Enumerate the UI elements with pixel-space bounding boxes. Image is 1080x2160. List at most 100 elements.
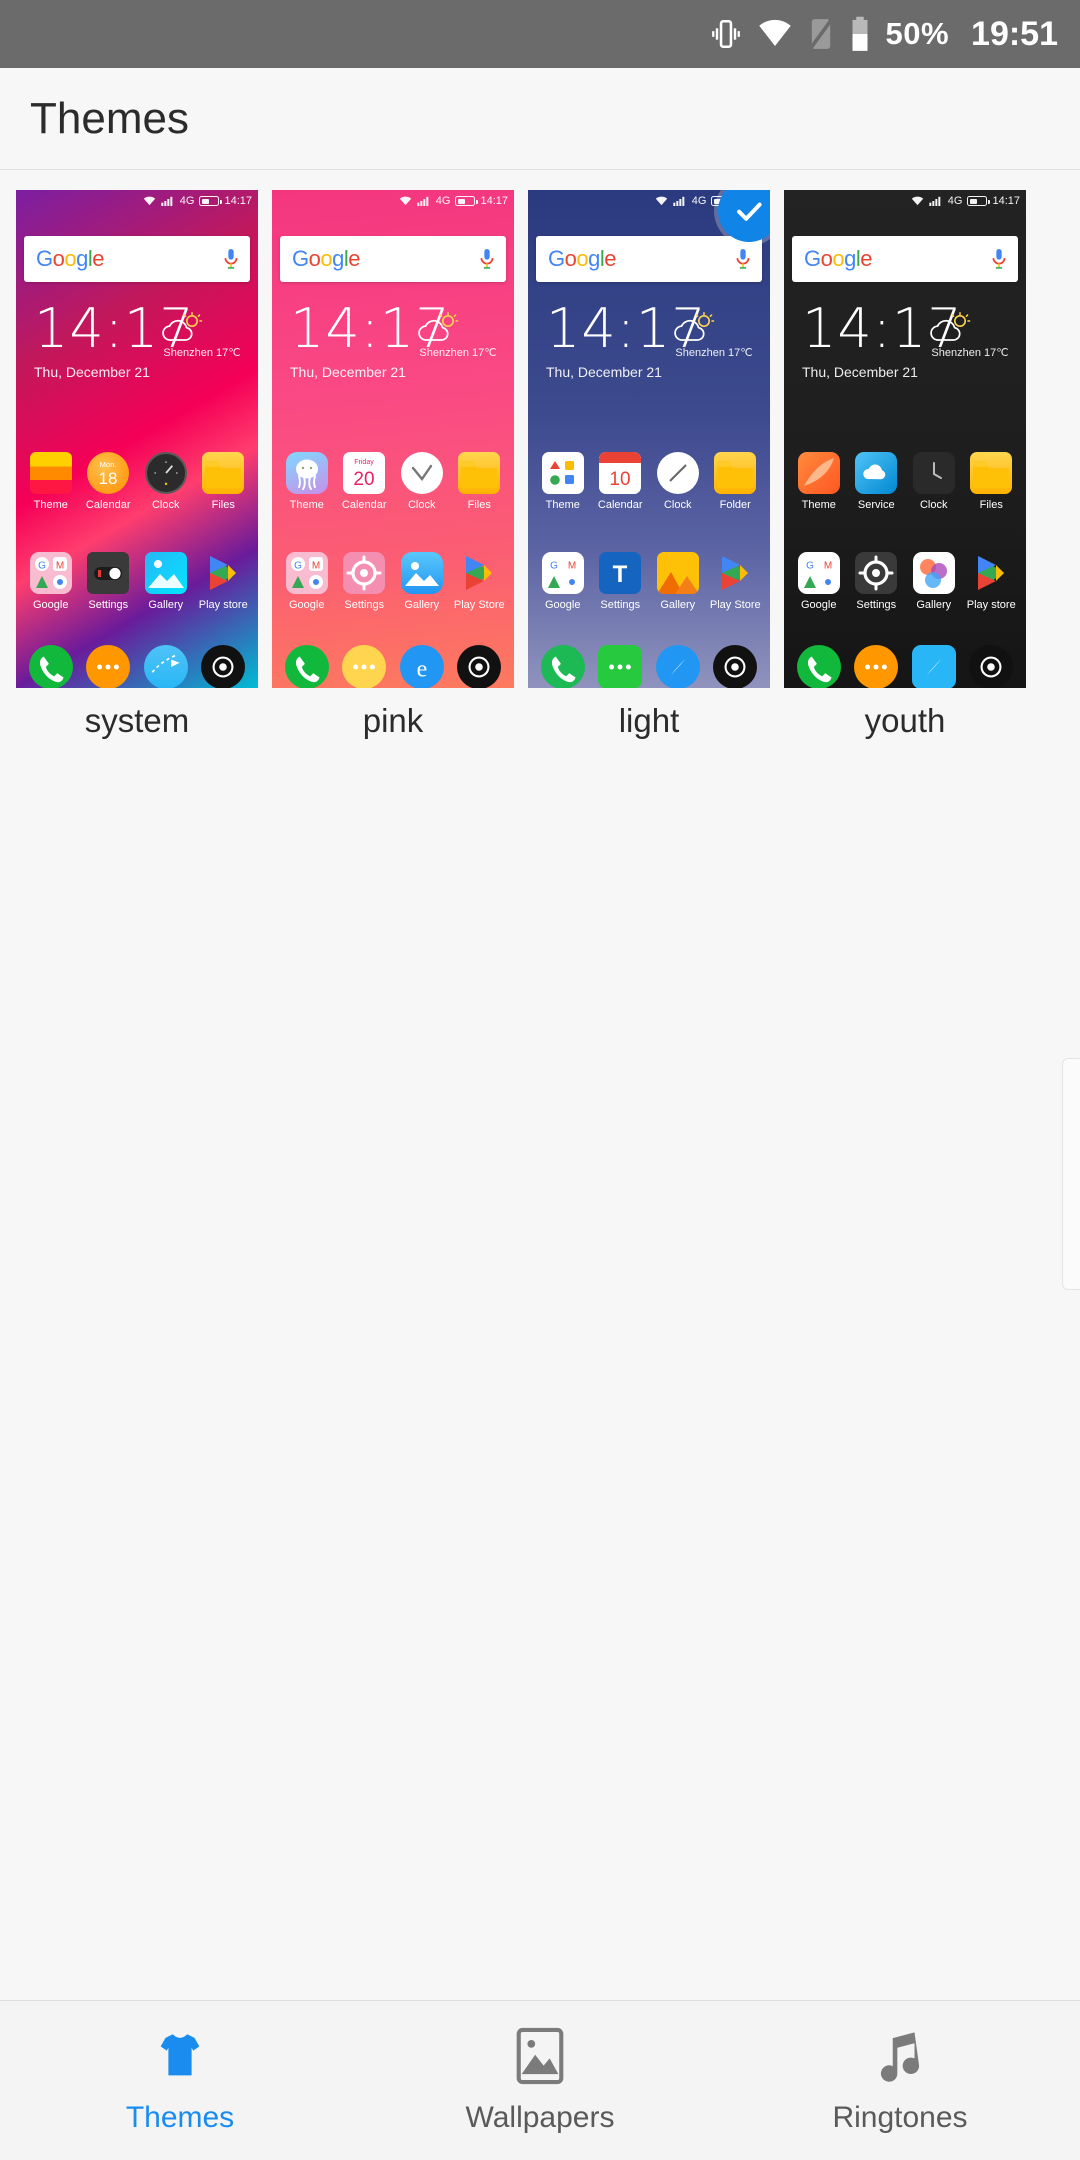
app-icon-clock[interactable]: Clock (908, 452, 960, 511)
app-icon-files[interactable]: Files (453, 452, 505, 511)
app-icon-camera[interactable]: Camera (709, 645, 761, 688)
app-icon-settings[interactable]: Settings (338, 552, 390, 611)
settings-gear-icon (855, 552, 898, 594)
theme-preview-pink[interactable]: 4G 14:17 Google 14:17 Thu, December 21 S… (272, 190, 514, 688)
app-icon-google[interactable]: G M Google (25, 552, 77, 611)
app-icon-clock[interactable]: Clock (140, 452, 192, 511)
app-icon-folder[interactable]: Folder (709, 452, 761, 511)
theme-preview-system[interactable]: 4G 14:17 Google 14:17 Thu, December 21 S… (16, 190, 258, 688)
app-icon-messages[interactable]: Messages (850, 645, 902, 688)
battery-icon (455, 196, 478, 206)
music-note-icon (873, 2027, 927, 2085)
app-icon-files[interactable]: Files (197, 452, 249, 511)
app-icon-clock[interactable]: Clock (652, 452, 704, 511)
app-icon-label: Google (545, 599, 581, 611)
folder-icon (970, 452, 1013, 494)
app-icon-clock[interactable]: Clock (396, 452, 448, 511)
theme-card-youth[interactable]: 4G 14:17 Google 14:17 Thu, December 21 S… (784, 190, 1026, 762)
app-icon-messages[interactable]: Messages (82, 645, 134, 688)
theme-preview-light[interactable]: 4G 14:17 Google 14:17 Thu, December 21 (528, 190, 770, 688)
nav-item-ringtones[interactable]: Ringtones (720, 2001, 1080, 2160)
nav-item-wallpapers[interactable]: Wallpapers (360, 2001, 720, 2160)
app-icon-service[interactable]: Service (850, 452, 902, 511)
app-icon-theme[interactable]: Theme (793, 452, 845, 511)
app-icon-calendar[interactable]: 10 Calendar (594, 452, 646, 511)
app-icon-settings[interactable]: T Settings (594, 552, 646, 611)
app-icon-google[interactable]: G M Google (793, 552, 845, 611)
app-icon-theme[interactable]: Theme (537, 452, 589, 511)
app-icon-play-store[interactable]: Play Store (453, 552, 505, 611)
theme-name: system (84, 702, 190, 739)
app-bar: Themes (0, 68, 1080, 170)
app-icon-gallery[interactable]: Gallery (652, 552, 704, 611)
app-icon-label: Play Store (709, 599, 761, 611)
app-icon-theme[interactable]: Theme (281, 452, 333, 511)
selected-check-icon (718, 190, 770, 242)
google-logo: Google (548, 246, 617, 271)
svg-text:G: G (38, 561, 46, 572)
app-icon-google[interactable]: G M Google (537, 552, 589, 611)
jellyfish-theme-icon (285, 452, 328, 494)
app-icon-camera[interactable]: Camera (197, 645, 249, 688)
google-search-bar[interactable]: Google (792, 236, 1018, 282)
app-icon-label: Google (289, 599, 325, 611)
vibrate-icon (709, 17, 743, 51)
app-icon-play-store[interactable]: Play store (965, 552, 1017, 611)
tshirt-icon (151, 2027, 209, 2085)
service-cloud-icon (855, 452, 898, 494)
partly-cloudy-icon (418, 312, 459, 341)
google-search-bar[interactable]: Google (24, 236, 250, 282)
scroll-edge-card (1062, 1058, 1080, 1290)
google-search-bar[interactable]: Google (536, 236, 762, 282)
app-icon-calendar[interactable]: Friday 20 Calendar (338, 452, 390, 511)
app-icon-camera[interactable]: Camera (965, 645, 1017, 688)
theme-card-light[interactable]: 4G 14:17 Google 14:17 Thu, December 21 (528, 190, 770, 762)
theme-name: light (618, 702, 680, 739)
app-icon-label: Google (33, 599, 69, 611)
microphone-icon (224, 249, 238, 269)
app-icon-phone[interactable]: Phone (281, 645, 333, 688)
app-icon-google[interactable]: G M Google (281, 552, 333, 611)
app-icon-messages[interactable]: Messages (338, 645, 390, 688)
weather-city: Shenzhen 17℃ (675, 347, 753, 359)
message-icon (854, 645, 899, 688)
app-icon-settings[interactable]: Settings (850, 552, 902, 611)
app-icon-label: Service (857, 499, 895, 511)
app-dock: PhoneMessagesBrowserCamera (784, 645, 1026, 688)
app-icon-messages[interactable]: Messages (594, 645, 646, 688)
nav-item-themes[interactable]: Themes (0, 2001, 360, 2160)
app-icon-label: Files (211, 499, 235, 511)
app-icon-theme[interactable]: Theme (25, 452, 77, 511)
app-icon-label: Settings (856, 599, 897, 611)
app-row-2: G M Google Settings Gallery Play store (16, 552, 258, 611)
app-icon-label: Theme (801, 499, 836, 511)
app-icon-gallery[interactable]: Gallery (396, 552, 448, 611)
svg-text:M: M (824, 561, 832, 572)
app-icon-browser[interactable]: Browser (652, 645, 704, 688)
app-icon-camera[interactable]: Camera (453, 645, 505, 688)
app-icon-phone[interactable]: Phone (537, 645, 589, 688)
app-icon-calendar[interactable]: Mon. 18 Calendar (82, 452, 134, 511)
wifi-icon (757, 19, 793, 49)
app-icon-phone[interactable]: Phone (793, 645, 845, 688)
clock-dial-icon (400, 452, 443, 494)
app-icon-play-store[interactable]: Play Store (709, 552, 761, 611)
app-icon-gallery[interactable]: Gallery (908, 552, 960, 611)
theme-card-system[interactable]: 4G 14:17 Google 14:17 Thu, December 21 S… (16, 190, 258, 762)
app-icon-browser[interactable]: Browser (140, 645, 192, 688)
app-icon-browser[interactable]: eBrowser (396, 645, 448, 688)
app-icon-settings[interactable]: Settings (82, 552, 134, 611)
app-icon-label: Calendar (597, 499, 643, 511)
app-icon-phone[interactable]: Phone (25, 645, 77, 688)
app-icon-gallery[interactable]: Gallery (140, 552, 192, 611)
theme-preview-youth[interactable]: 4G 14:17 Google 14:17 Thu, December 21 S… (784, 190, 1026, 688)
app-dock: PhoneMessagesBrowserCamera (528, 645, 770, 688)
app-icon-browser[interactable]: Browser (908, 645, 960, 688)
preview-clock: 14:17 (992, 195, 1020, 207)
theme-card-pink[interactable]: 4G 14:17 Google 14:17 Thu, December 21 S… (272, 190, 514, 762)
svg-text:G: G (550, 561, 558, 572)
google-search-bar[interactable]: Google (280, 236, 506, 282)
app-icon-files[interactable]: Files (965, 452, 1017, 511)
wifi-icon (911, 196, 923, 206)
app-icon-play-store[interactable]: Play store (197, 552, 249, 611)
